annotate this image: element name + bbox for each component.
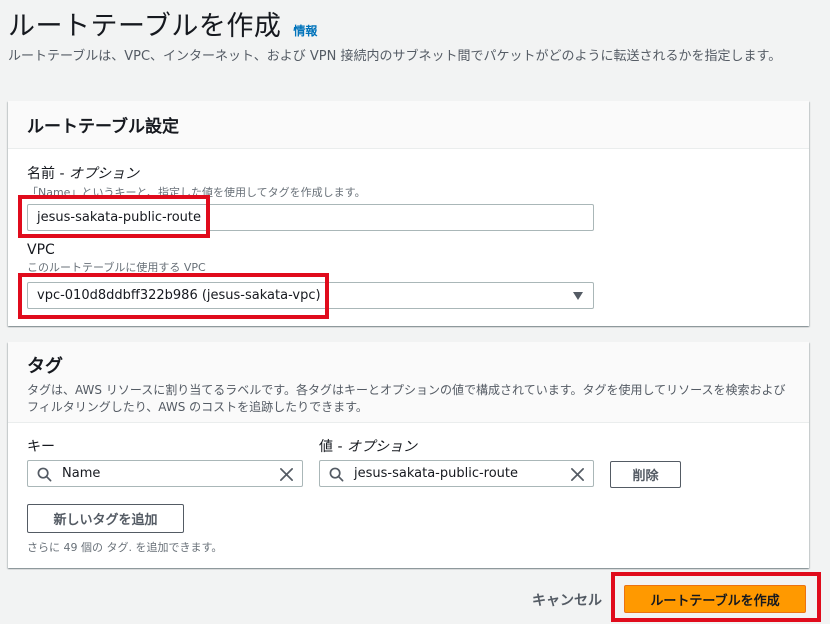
- create-route-table-button[interactable]: ルートテーブルを作成: [624, 585, 806, 613]
- name-input-value: jesus-sakata-public-route: [37, 210, 201, 225]
- search-icon: [329, 467, 344, 482]
- caret-down-icon: [573, 292, 583, 300]
- settings-panel-header: ルートテーブル設定: [8, 101, 809, 149]
- info-link[interactable]: 情報: [293, 22, 317, 39]
- tag-key-input[interactable]: Name: [27, 460, 303, 487]
- tag-value-value: jesus-sakata-public-route: [354, 466, 518, 481]
- page-title: ルートテーブルを作成: [8, 11, 282, 42]
- vpc-hint: このルートテーブルに使用する VPC: [27, 261, 206, 272]
- title-row: ルートテーブルを作成 情報: [8, 4, 822, 43]
- tag-value-label: 値 - オプション: [319, 439, 417, 455]
- tag-key-label: キー: [27, 439, 55, 455]
- add-tag-button[interactable]: 新しいタグを追加: [27, 504, 184, 533]
- tags-panel: タグ タグは、AWS リソースに割り当てるラベルです。各タグはキーとオプションの…: [8, 342, 809, 568]
- name-input[interactable]: jesus-sakata-public-route: [27, 204, 594, 231]
- remaining-tags-text: さらに 49 個の タグ. を追加できます。: [27, 541, 223, 554]
- close-icon[interactable]: [570, 467, 585, 482]
- delete-tag-button[interactable]: 削除: [610, 461, 681, 488]
- name-hint: 「Name」というキーと、指定した値を使用してタグを作成します。: [27, 186, 366, 197]
- vpc-field: VPC このルートテーブルに使用する VPC: [27, 242, 206, 272]
- tags-panel-header: タグ タグは、AWS リソースに割り当てるラベルです。各タグはキーとオプションの…: [8, 342, 809, 423]
- settings-panel-title: ルートテーブル設定: [27, 117, 179, 137]
- cancel-button[interactable]: キャンセル: [532, 590, 602, 610]
- vpc-label: VPC: [27, 242, 55, 258]
- vpc-select[interactable]: vpc-010d8ddbff322b986 (jesus-sakata-vpc): [27, 282, 594, 309]
- tags-panel-title: タグ: [27, 356, 63, 377]
- tag-value-input[interactable]: jesus-sakata-public-route: [319, 460, 594, 487]
- name-label: 名前 - オプション: [27, 166, 139, 182]
- page-description: ルートテーブルは、VPC、インターネット、および VPN 接続内のサブネット間で…: [8, 49, 782, 64]
- page-header: ルートテーブルを作成 情報 ルートテーブルは、VPC、インターネット、および V…: [8, 4, 822, 67]
- tag-key-value: Name: [62, 466, 101, 481]
- close-icon[interactable]: [279, 467, 294, 482]
- vpc-select-value: vpc-010d8ddbff322b986 (jesus-sakata-vpc): [37, 288, 321, 303]
- route-table-settings-panel: ルートテーブル設定 名前 - オプション 「Name」というキーと、指定した値を…: [8, 101, 809, 326]
- search-icon: [37, 467, 52, 482]
- tags-panel-description: タグは、AWS リソースに割り当てるラベルです。各タグはキーとオプションの値で構…: [27, 383, 786, 414]
- name-field: 名前 - オプション 「Name」というキーと、指定した値を使用してタグを作成し…: [27, 163, 366, 197]
